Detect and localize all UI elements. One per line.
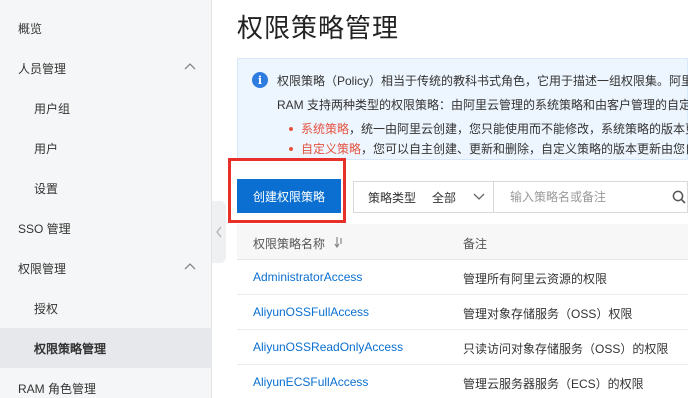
chevron-up-icon[interactable] (184, 62, 196, 70)
policy-note: 管理对象存储服务（OSS）权限 (463, 307, 633, 321)
search-input[interactable] (510, 190, 660, 204)
info-icon: i (252, 72, 268, 88)
sidebar-item-label: 授权 (34, 301, 59, 316)
policy-note: 只读访问对象存储服务（OSS）的权限 (463, 342, 669, 356)
info-text: 权限策略（Policy）相当于传统的教科书式角色，它用于描述一组权限集。阿里 (277, 74, 688, 88)
sidebar-item-policies[interactable]: 权限策略管理 (0, 328, 212, 368)
page-title: 权限策略管理 (237, 14, 400, 44)
sort-icon[interactable] (334, 236, 346, 248)
column-header-note: 备注 (463, 237, 488, 251)
sidebar-item-groups[interactable]: 用户组 (0, 88, 212, 128)
table-row: AliyunOSSFullAccess 管理对象存储服务（OSS）权限 (237, 295, 688, 330)
table-row: AdministratorAccess 管理所有阿里云资源的权限 (237, 260, 688, 295)
sidebar-item-label: 权限策略管理 (34, 341, 107, 356)
sidebar-item-overview[interactable]: 概览 (0, 8, 212, 48)
policy-name-link[interactable]: AdministratorAccess (253, 270, 362, 284)
filter-label: 策略类型 (368, 190, 417, 205)
sidebar: 概览 人员管理 用户组 用户 设置 SSO 管理 权限管理 授权 权限策略管理 … (0, 0, 212, 398)
policy-type-select[interactable]: 策略类型 全部 (353, 181, 493, 213)
sidebar-item-label: SSO 管理 (18, 221, 71, 236)
sidebar-item-label: 设置 (34, 181, 59, 196)
custom-policy-text: ，您可以自主创建、更新和删除，自定义策略的版本更新由您自 (361, 142, 688, 156)
table-row: AliyunOSSReadOnlyAccess 只读访问对象存储服务（OSS）的… (237, 330, 688, 365)
sidebar-item-grants[interactable]: 授权 (0, 288, 212, 328)
info-text: 自定义策略，您可以自主创建、更新和删除，自定义策略的版本更新由您自 (301, 140, 688, 157)
bullet-icon (289, 147, 293, 151)
policy-name-link[interactable]: AliyunECSFullAccess (253, 375, 368, 389)
sidebar-item-sso[interactable]: SSO 管理 (0, 208, 212, 248)
sidebar-item-settings[interactable]: 设置 (0, 168, 212, 208)
system-policy-text: ，统一由阿里云创建，您只能使用而不能修改，系统策略的版本更 (349, 122, 688, 136)
sidebar-item-label: 用户 (34, 141, 59, 156)
sidebar-item-identities[interactable]: 人员管理 (0, 48, 212, 88)
sidebar-item-label: 用户组 (34, 101, 71, 116)
chevron-down-icon (473, 193, 485, 200)
sidebar-item-permissions[interactable]: 权限管理 (0, 248, 212, 288)
create-policy-button[interactable]: 创建权限策略 (237, 179, 341, 213)
sidebar-item-ram-roles[interactable]: RAM 角色管理 (0, 368, 212, 398)
chevron-up-icon[interactable] (184, 262, 196, 270)
info-notice: i 权限策略（Policy）相当于传统的教科书式角色，它用于描述一组权限集。阿里… (237, 58, 688, 160)
system-policy-label: 系统策略 (301, 122, 350, 136)
policy-note: 管理所有阿里云资源的权限 (463, 272, 608, 286)
bullet-icon (289, 127, 293, 131)
table-header: 权限策略名称 备注 (237, 224, 688, 260)
sidebar-item-users[interactable]: 用户 (0, 128, 212, 168)
policy-note: 管理云服务器服务（ECS）的权限 (463, 377, 644, 391)
sidebar-item-label: 概览 (18, 21, 43, 36)
policy-name-link[interactable]: AliyunOSSFullAccess (253, 305, 369, 319)
filter-value: 全部 (432, 190, 457, 205)
info-text: RAM 支持两种类型的权限策略：由阿里云管理的系统策略和由客户管理的自定 (277, 98, 688, 112)
chevron-left-icon (216, 226, 222, 238)
info-text: 系统策略，统一由阿里云创建，您只能使用而不能修改，系统策略的版本更 (301, 120, 688, 137)
policy-name-link[interactable]: AliyunOSSReadOnlyAccess (253, 340, 403, 354)
search-icon[interactable] (672, 190, 686, 204)
sidebar-item-label: 人员管理 (18, 61, 67, 76)
sidebar-item-label: RAM 角色管理 (18, 381, 97, 396)
custom-policy-label: 自定义策略 (301, 142, 362, 156)
sidebar-collapse-handle[interactable] (212, 201, 226, 263)
search-box (493, 181, 688, 213)
column-header-name[interactable]: 权限策略名称 (253, 235, 325, 252)
table-row: AliyunECSFullAccess 管理云服务器服务（ECS）的权限 (237, 365, 688, 398)
sidebar-item-label: 权限管理 (18, 261, 67, 276)
